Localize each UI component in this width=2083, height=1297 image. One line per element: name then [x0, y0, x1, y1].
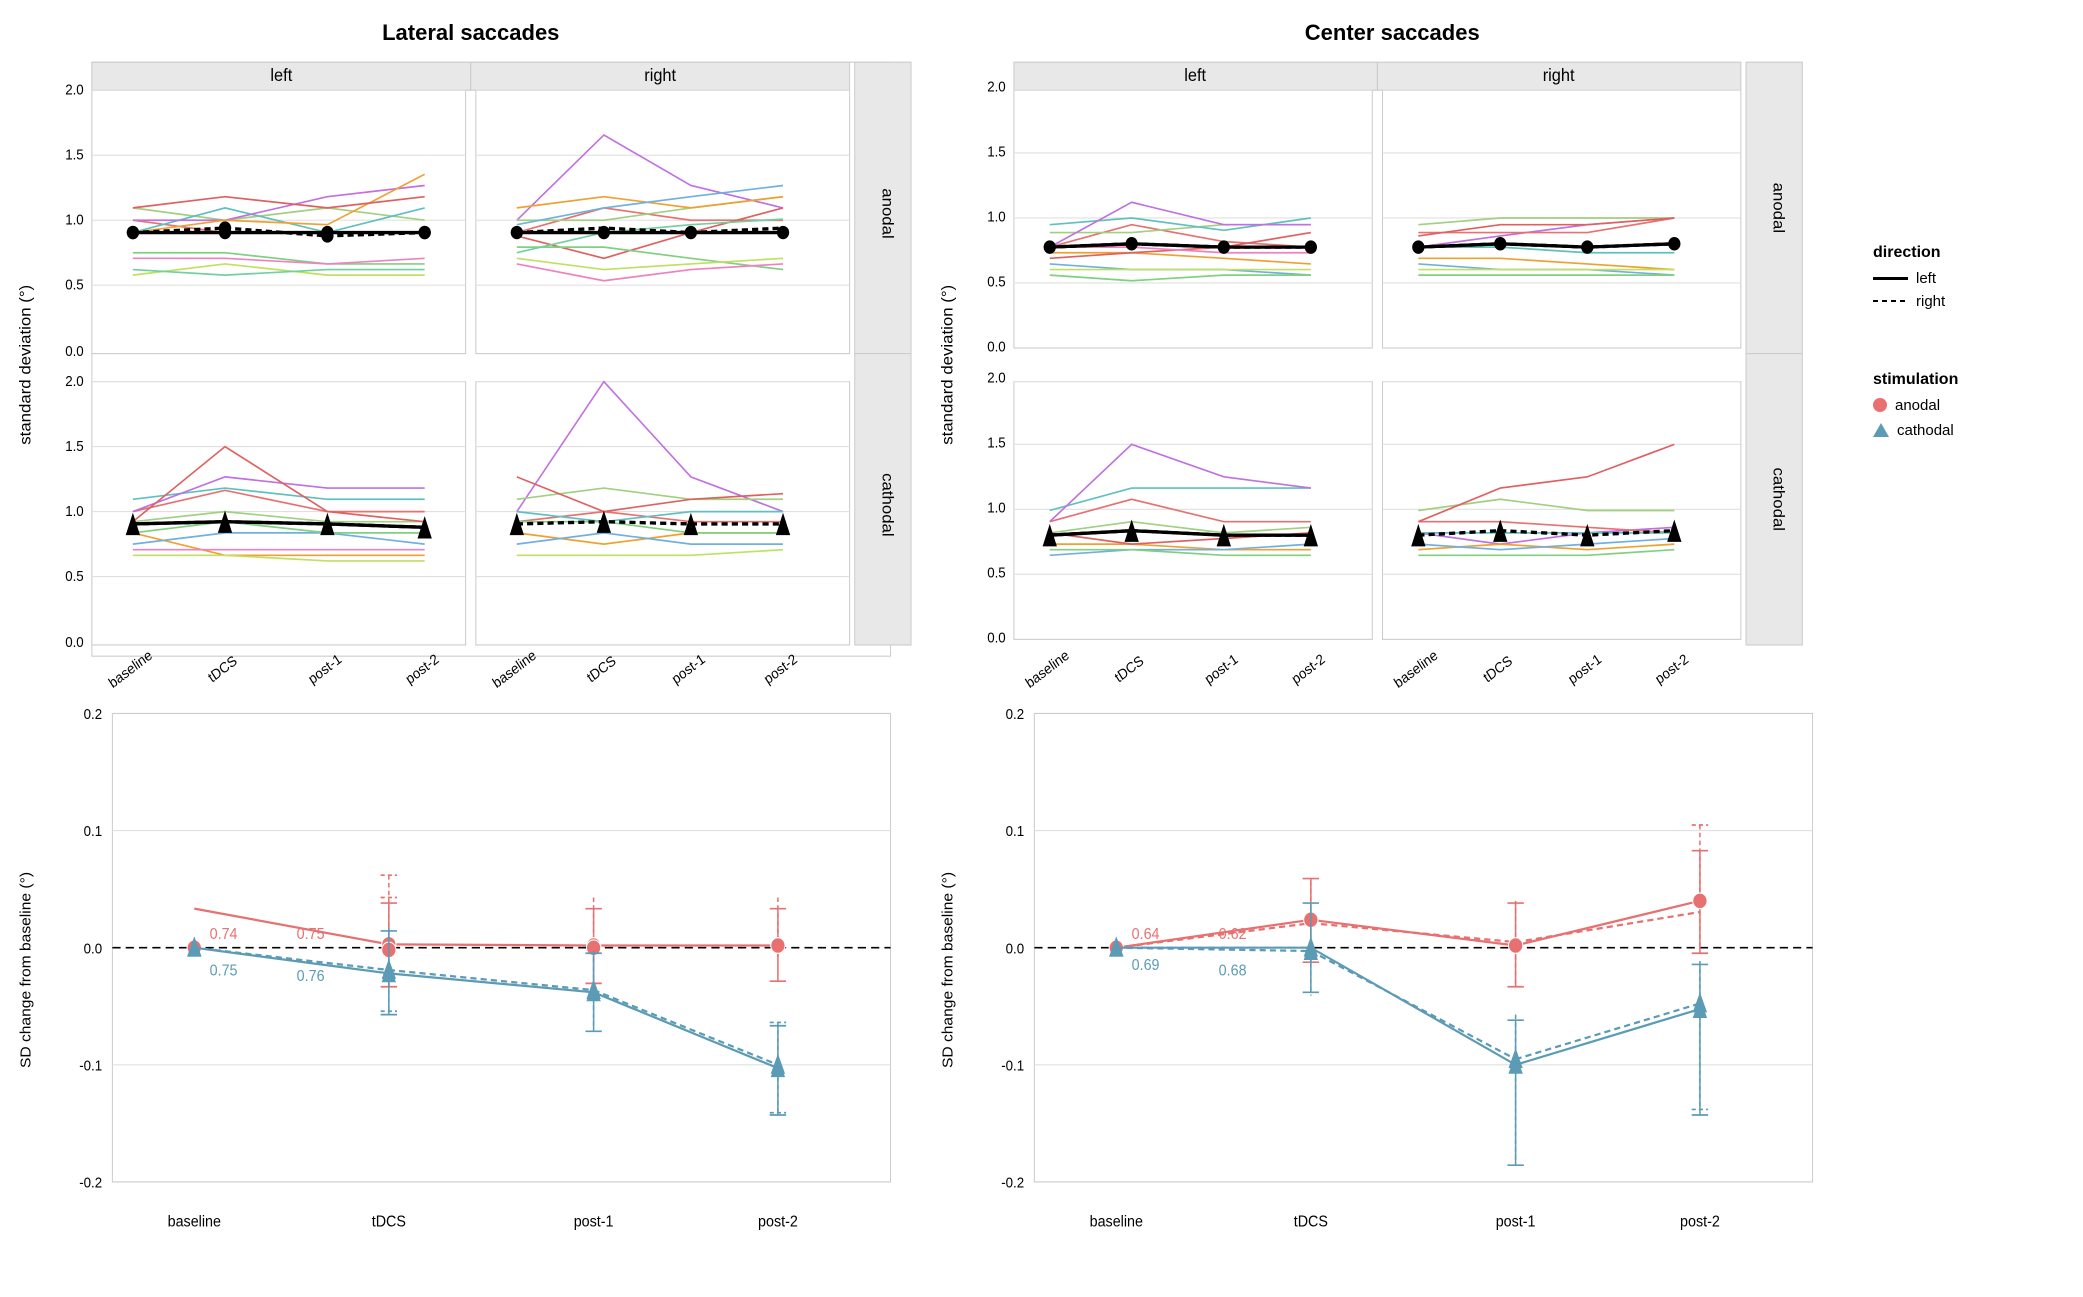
svg-text:1.0: 1.0 [65, 503, 84, 520]
center-top-chart: left right anodal cathodal 0.0 0.5 1.0 [932, 51, 1854, 701]
lateral-cathodal-baseline-label: 0.75 [210, 962, 238, 980]
lateral-cathodal-tdcs-label: 0.76 [297, 968, 325, 986]
svg-text:standard deviation (°): standard deviation (°) [17, 285, 34, 445]
bottom-section: 0.2 0.1 0.0 -0.1 -0.2 SD change from bas… [10, 680, 2073, 1260]
direction-legend-title: direction [1873, 244, 2073, 262]
cathodal-triangle-icon [1873, 423, 1889, 437]
svg-text:tDCS: tDCS [1293, 1213, 1327, 1231]
lateral-bottom-chart: 0.2 0.1 0.0 -0.1 -0.2 SD change from bas… [10, 680, 932, 1260]
svg-text:1.0: 1.0 [987, 208, 1006, 225]
svg-text:2.0: 2.0 [987, 369, 1006, 386]
center-anodal-baseline-label: 0.64 [1131, 925, 1159, 943]
svg-text:0.5: 0.5 [987, 564, 1006, 581]
svg-text:0.5: 0.5 [65, 276, 84, 293]
svg-text:0.2: 0.2 [1005, 705, 1024, 722]
svg-text:1.0: 1.0 [987, 499, 1006, 516]
anodal-dot-icon [1873, 398, 1887, 412]
center-top-panel: Center saccades left right anodal cathod… [932, 20, 1854, 670]
lateral-top-panel: Lateral saccades left right anodal [10, 20, 932, 670]
svg-text:1.5: 1.5 [987, 434, 1006, 451]
lateral-anodal-tdcs-label: 0.75 [297, 925, 325, 943]
svg-text:cathodal: cathodal [879, 473, 896, 537]
center-bottom-panel: 0.2 0.1 0.0 -0.1 -0.2 SD change from bas… [932, 680, 1854, 1260]
center-bottom-chart: 0.2 0.1 0.0 -0.1 -0.2 SD change from bas… [932, 680, 1854, 1260]
svg-text:1.0: 1.0 [65, 211, 84, 228]
svg-text:1.5: 1.5 [987, 143, 1006, 160]
svg-text:0.1: 0.1 [84, 823, 103, 840]
svg-text:SD change from baseline (°): SD change from baseline (°) [940, 872, 956, 1068]
dashed-line-icon [1873, 300, 1908, 302]
cathodal-legend-item: cathodal [1873, 422, 2073, 439]
svg-text:0.5: 0.5 [987, 273, 1006, 290]
svg-text:post-2: post-2 [1680, 1213, 1720, 1231]
main-container: Lateral saccades left right anodal [0, 0, 2083, 1297]
svg-text:standard deviation (°): standard deviation (°) [939, 285, 956, 445]
direction-right-item: right [1873, 293, 2073, 310]
anodal-legend-item: anodal [1873, 397, 2073, 414]
svg-text:post-2: post-2 [758, 1213, 798, 1231]
lateral-top-chart: left right anodal cathodal [10, 51, 932, 701]
top-section: Lateral saccades left right anodal [10, 20, 2073, 670]
legend-direction: direction left right stimulation anodal [1853, 20, 2073, 670]
svg-text:tDCS: tDCS [372, 1213, 406, 1231]
cathodal-label: cathodal [1897, 422, 1954, 439]
center-title: Center saccades [932, 20, 1854, 46]
svg-text:baseline: baseline [168, 1213, 221, 1231]
svg-text:-0.2: -0.2 [1001, 1174, 1024, 1191]
center-cathodal-tdcs-label: 0.68 [1218, 962, 1246, 980]
svg-text:right: right [644, 65, 676, 86]
svg-text:0.2: 0.2 [84, 705, 103, 722]
direction-left-item: left [1873, 270, 2073, 287]
svg-text:SD change from baseline (°): SD change from baseline (°) [18, 872, 34, 1068]
direction-left-label: left [1916, 270, 1936, 287]
svg-text:left: left [1184, 65, 1206, 86]
anodal-label: anodal [1895, 397, 1940, 414]
svg-text:0.0: 0.0 [65, 342, 84, 359]
center-cathodal-baseline-label: 0.69 [1131, 956, 1159, 974]
svg-text:0.5: 0.5 [65, 568, 84, 585]
lateral-bottom-panel: 0.2 0.1 0.0 -0.1 -0.2 SD change from bas… [10, 680, 932, 1260]
svg-text:cathodal: cathodal [1769, 468, 1786, 532]
svg-text:0.0: 0.0 [987, 338, 1006, 355]
svg-text:1.5: 1.5 [65, 146, 84, 163]
svg-text:baseline: baseline [1089, 1213, 1142, 1231]
svg-text:0.1: 0.1 [1005, 823, 1024, 840]
legend-spacer-bottom [1853, 680, 2073, 1260]
svg-text:2.0: 2.0 [987, 78, 1006, 95]
svg-text:post-1: post-1 [574, 1213, 614, 1231]
center-anodal-tdcs-label: 0.62 [1218, 925, 1246, 943]
lateral-anodal-baseline-label: 0.74 [210, 925, 238, 943]
direction-right-label: right [1916, 293, 1945, 310]
stimulation-legend-title: stimulation [1873, 371, 2073, 389]
solid-line-icon [1873, 277, 1908, 280]
svg-text:0.0: 0.0 [1005, 940, 1024, 957]
lateral-title: Lateral saccades [10, 20, 932, 46]
svg-text:0.0: 0.0 [84, 940, 103, 957]
svg-text:2.0: 2.0 [65, 373, 84, 390]
svg-text:-0.1: -0.1 [1001, 1057, 1024, 1074]
svg-text:-0.1: -0.1 [79, 1057, 102, 1074]
svg-text:0.0: 0.0 [987, 629, 1006, 646]
svg-text:-0.2: -0.2 [79, 1174, 102, 1191]
svg-text:1.5: 1.5 [65, 438, 84, 455]
svg-text:anodal: anodal [1769, 183, 1786, 233]
svg-text:anodal: anodal [879, 188, 896, 238]
svg-text:right: right [1542, 65, 1574, 86]
svg-text:left: left [270, 65, 292, 86]
svg-text:0.0: 0.0 [65, 634, 84, 651]
svg-text:2.0: 2.0 [65, 81, 84, 98]
svg-text:post-1: post-1 [1495, 1213, 1535, 1231]
